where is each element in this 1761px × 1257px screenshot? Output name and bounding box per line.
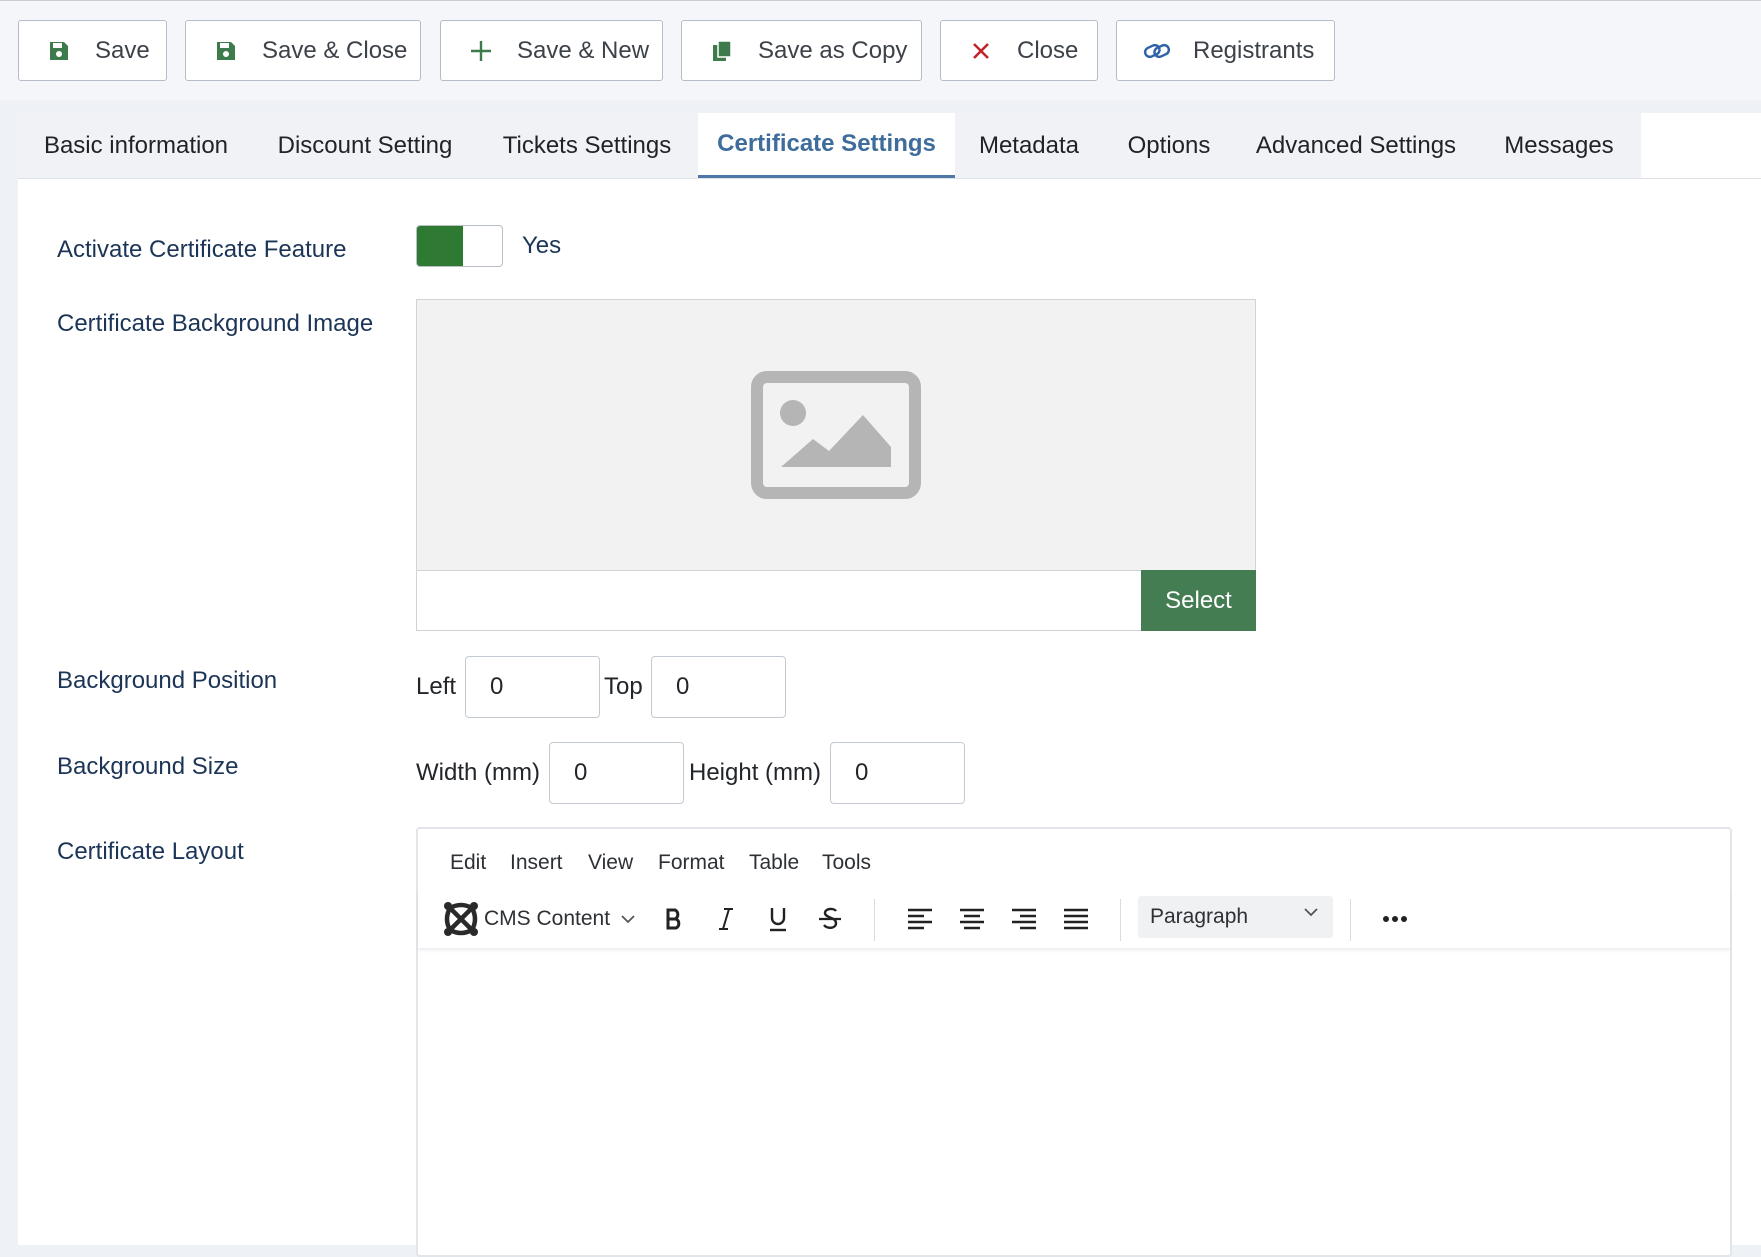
menu-table[interactable]: Table [749,841,799,885]
toggle-knob [417,226,463,266]
joomla-icon [444,902,478,936]
menu-format[interactable]: Format [658,841,725,885]
size-height-input[interactable]: 0 [830,742,965,804]
save-new-button[interactable]: Save & New [440,20,663,81]
underline-icon [770,908,786,932]
align-right-button[interactable] [1002,889,1046,949]
menu-edit[interactable]: Edit [450,841,486,885]
align-center-button[interactable] [950,889,994,949]
strikethrough-button[interactable] [808,889,852,949]
background-position-label: Background Position [57,667,278,694]
tab-label: Certificate Settings [717,130,936,157]
bold-button[interactable] [652,889,696,949]
cms-content-dropdown[interactable]: CMS Content [442,889,642,949]
bold-icon [666,908,681,930]
italic-icon [719,908,733,930]
tab-label: Discount Setting [277,132,453,159]
tab-label: Options [1127,132,1211,159]
width-label: Width (mm) [416,759,540,786]
align-justify-button[interactable] [1054,889,1098,949]
height-label: Height (mm) [689,759,822,786]
chevron-down-icon [621,915,635,924]
tab-certificate-settings[interactable]: Certificate Settings [698,113,955,179]
align-left-button[interactable] [898,889,942,949]
block-format-value: Paragraph [1150,905,1249,928]
background-image-path-input[interactable] [416,570,1141,631]
close-icon [967,37,995,65]
more-options-button[interactable] [1370,889,1420,949]
tab-label: Messages [1504,132,1614,159]
tab-basic-information[interactable]: Basic information [18,113,254,179]
position-left-input[interactable]: 0 [465,656,600,718]
certificate-layout-editor: Edit Insert View Format Table Tools CMS … [416,827,1732,1257]
link-icon [1143,37,1171,65]
tab-label: Metadata [978,132,1080,159]
chevron-down-icon [1304,908,1318,917]
menu-view[interactable]: View [588,841,633,885]
tab-label: Basic information [43,132,229,159]
toggle-state-text: Yes [522,232,562,259]
background-size-label: Background Size [57,753,239,780]
editor-toolbar: CMS Content Paragraph [418,889,1730,949]
tab-options[interactable]: Options [1103,113,1235,179]
cms-content-label: CMS Content [484,907,611,930]
copy-icon [708,37,736,65]
underline-button[interactable] [756,889,800,949]
toolbar-divider [874,899,875,941]
activate-certificate-toggle[interactable] [416,225,503,267]
tab-advanced-settings[interactable]: Advanced Settings [1235,113,1477,179]
italic-button[interactable] [704,889,748,949]
save-as-copy-button[interactable]: Save as Copy [681,20,922,81]
tab-label: Advanced Settings [1255,132,1457,159]
save-close-label: Save & Close [262,36,408,64]
align-center-icon [960,908,984,930]
registrants-label: Registrants [1193,36,1315,64]
certificate-layout-label: Certificate Layout [57,838,244,865]
save-copy-label: Save as Copy [758,36,908,64]
activate-certificate-label: Activate Certificate Feature [57,236,347,263]
tab-list: Basic information Discount Setting Ticke… [18,113,1641,179]
align-left-icon [908,908,932,930]
toolbar-divider [1120,899,1121,941]
more-horizontal-icon [1383,916,1407,922]
align-justify-icon [1064,908,1088,930]
save-new-label: Save & New [517,36,650,64]
editor-content-area[interactable] [418,951,1730,1251]
select-image-button[interactable]: Select [1141,570,1256,631]
image-preview [416,299,1256,570]
plus-icon [467,37,495,65]
tab-discount-setting[interactable]: Discount Setting [254,113,476,179]
block-format-select[interactable]: Paragraph [1138,896,1333,938]
toolbar-divider [1350,899,1351,941]
tab-tickets-settings[interactable]: Tickets Settings [476,113,698,179]
menu-tools[interactable]: Tools [822,841,871,885]
save-label: Save [95,36,150,64]
tab-metadata[interactable]: Metadata [955,113,1103,179]
save-close-button[interactable]: Save & Close [185,20,421,81]
background-image-label: Certificate Background Image [57,310,374,337]
top-label: Top [604,673,643,700]
position-top-input[interactable]: 0 [651,656,786,718]
tab-messages[interactable]: Messages [1477,113,1641,179]
action-toolbar: Save Save & Close Save & New Save as Cop… [0,0,1761,100]
floppy-disk-icon [212,37,240,65]
tab-label: Tickets Settings [502,132,672,159]
menu-insert[interactable]: Insert [510,841,563,885]
registrants-button[interactable]: Registrants [1116,20,1335,81]
image-placeholder-icon [751,371,921,499]
left-label: Left [416,673,457,700]
close-button[interactable]: Close [940,20,1098,81]
save-button[interactable]: Save [18,20,167,81]
size-width-input[interactable]: 0 [549,742,684,804]
align-right-icon [1012,908,1036,930]
floppy-disk-icon [45,37,73,65]
strikethrough-icon [819,907,841,929]
close-label: Close [1017,36,1079,64]
